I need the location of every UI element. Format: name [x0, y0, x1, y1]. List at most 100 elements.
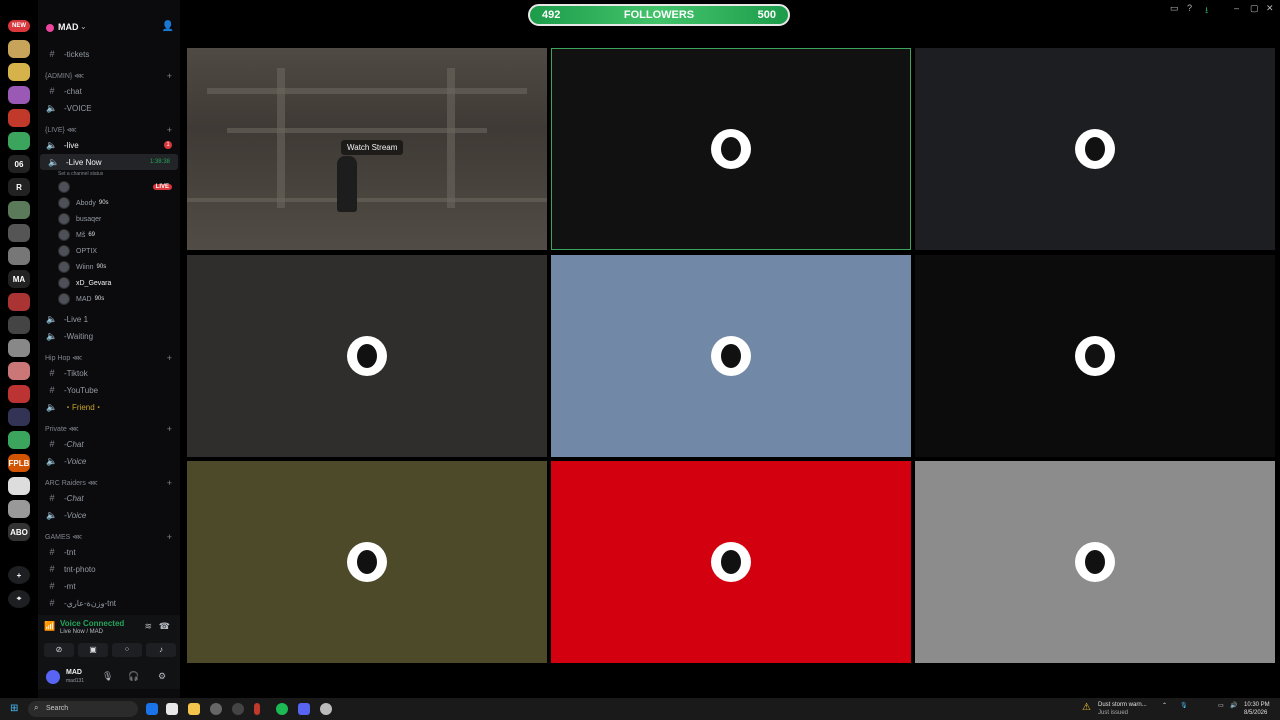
server-icon[interactable] — [8, 63, 30, 81]
help-icon[interactable]: ? — [1187, 3, 1192, 13]
participant-tile[interactable] — [551, 255, 911, 457]
soundboard-button[interactable]: ♪ — [146, 643, 176, 657]
search-input[interactable]: Search — [28, 701, 138, 717]
server-icon[interactable]: 06 — [8, 155, 30, 173]
close-icon[interactable]: ✕ — [1266, 3, 1274, 14]
channel-chat[interactable]: # -chat — [38, 83, 180, 99]
participant-tile[interactable] — [551, 48, 911, 250]
server-icon[interactable] — [8, 86, 30, 104]
channel-friend[interactable]: 🔈 ・Friend・ — [38, 399, 180, 415]
add-channel-icon[interactable]: + — [167, 125, 172, 135]
server-icon[interactable] — [8, 247, 30, 265]
server-icon[interactable] — [8, 40, 30, 58]
stream-tile[interactable]: Watch Stream — [187, 48, 547, 250]
channel-mt[interactable]: # -mt — [38, 578, 180, 594]
server-icon[interactable] — [8, 408, 30, 426]
server-icon[interactable] — [8, 224, 30, 242]
channel-tnt-photo[interactable]: # tnt-photo — [38, 561, 180, 577]
add-channel-icon[interactable]: + — [167, 71, 172, 81]
participant-tile[interactable] — [187, 461, 547, 663]
windows-start-icon[interactable]: ⊞ — [10, 703, 22, 715]
server-icon[interactable] — [8, 316, 30, 334]
chevron-up-icon[interactable]: ⌃ — [1162, 702, 1167, 709]
disconnect-icon[interactable]: ☎ — [159, 621, 170, 632]
participant-tile[interactable] — [915, 255, 1275, 457]
category-private[interactable]: Private ⋘ + — [38, 421, 180, 437]
voice-user[interactable]: Mš 69 — [38, 227, 180, 243]
file-explorer-icon[interactable] — [188, 703, 200, 715]
voice-user[interactable]: MAD 90s — [38, 291, 180, 307]
category-live[interactable]: {LIVE} ⋘ + — [38, 122, 180, 138]
channel-tiktok[interactable]: # -Tiktok — [38, 365, 180, 381]
store-icon[interactable] — [166, 703, 178, 715]
channel-arc-voice[interactable]: 🔈 -Voice — [38, 507, 180, 523]
chrome-icon[interactable] — [146, 703, 158, 715]
channel-live-now[interactable]: 🔈 -Live Now 1:38:38 — [40, 154, 178, 170]
server-icon[interactable] — [8, 293, 30, 311]
noise-suppression-icon[interactable]: ≋ — [144, 621, 152, 632]
server-icon[interactable]: R — [8, 178, 30, 196]
guild-header[interactable]: MAD ⌄ 👤 — [38, 18, 180, 38]
channel-status[interactable]: Set a channel status — [58, 171, 103, 177]
voice-user[interactable]: busaqer — [38, 211, 180, 227]
voice-user[interactable]: Wiinn 90s — [38, 259, 180, 275]
download-icon[interactable]: ⭳ — [1205, 3, 1208, 19]
channel-arc-chat[interactable]: # -Chat — [38, 490, 180, 506]
avatar[interactable] — [46, 670, 60, 684]
voice-user[interactable]: LIVE — [38, 179, 180, 195]
category-admin[interactable]: {ADMIN} ⋘ + — [38, 68, 180, 84]
server-icon[interactable] — [8, 339, 30, 357]
channel-tnt[interactable]: # -tnt — [38, 544, 180, 560]
screen-share-button[interactable]: ▣ — [78, 643, 108, 657]
channel-youtube[interactable]: # -YouTube — [38, 382, 180, 398]
channel-live1[interactable]: 🔈 -Live 1 — [38, 311, 180, 327]
category-hiphop[interactable]: Hip Hop ⋘ + — [38, 350, 180, 366]
add-channel-icon[interactable]: + — [167, 532, 172, 542]
channel-private-chat[interactable]: # -Chat — [38, 436, 180, 452]
app-icon[interactable] — [254, 703, 260, 715]
discord-icon[interactable] — [298, 703, 310, 715]
volume-icon[interactable]: 🔊 — [1230, 702, 1237, 709]
server-icon[interactable]: FPLB — [8, 454, 30, 472]
invite-icon[interactable]: 👤 — [162, 21, 174, 32]
server-icon[interactable] — [8, 201, 30, 219]
voice-channel-label[interactable]: Live Now / MAD — [60, 629, 103, 635]
microphone-icon[interactable]: 🎙 — [102, 671, 113, 682]
clock-time[interactable]: 10:30 PM — [1244, 702, 1270, 708]
add-channel-icon[interactable]: + — [167, 478, 172, 488]
server-icon[interactable] — [8, 362, 30, 380]
camera-button[interactable]: ⊘ — [44, 643, 74, 657]
server-icon[interactable] — [8, 132, 30, 150]
server-icon[interactable] — [8, 385, 30, 403]
add-channel-icon[interactable]: + — [167, 424, 172, 434]
voice-user[interactable]: OPTIX — [38, 243, 180, 259]
headphones-icon[interactable]: 🎧 — [128, 671, 139, 682]
browser-icon[interactable] — [320, 703, 332, 715]
watch-stream-button[interactable]: Watch Stream — [341, 140, 404, 155]
signal-icon[interactable]: 📶 — [44, 621, 55, 632]
server-icon[interactable]: ABO — [8, 523, 30, 541]
channel-live[interactable]: 🔈 -live 1 — [38, 137, 180, 153]
network-icon[interactable]: ▭ — [1218, 702, 1224, 709]
participant-tile[interactable] — [187, 255, 547, 457]
voice-user[interactable]: xD_Gevara — [38, 275, 180, 291]
channel-tickets[interactable]: # -tickets — [38, 46, 180, 62]
server-icon[interactable] — [8, 109, 30, 127]
channel-voice[interactable]: 🔈 -VOICE — [38, 100, 180, 116]
discover-icon[interactable]: ⌖ — [8, 590, 30, 608]
clock-date[interactable]: 8/5/2026 — [1244, 710, 1267, 716]
voice-user[interactable]: Abody 90s — [38, 195, 180, 211]
server-icon[interactable] — [8, 431, 30, 449]
inbox-icon[interactable]: ▭ — [1170, 3, 1179, 14]
participant-tile[interactable] — [551, 461, 911, 663]
mic-tray-icon[interactable]: 🎙 — [1180, 702, 1188, 709]
participant-tile[interactable] — [915, 461, 1275, 663]
server-icon[interactable] — [8, 500, 30, 518]
category-games[interactable]: GAMES ⋘ + — [38, 529, 180, 545]
new-badge[interactable]: NEW — [8, 20, 30, 32]
server-icon[interactable]: MA — [8, 270, 30, 288]
channel-private-voice[interactable]: 🔈 -Voice — [38, 453, 180, 469]
participant-tile[interactable] — [915, 48, 1275, 250]
notification-title[interactable]: Dust storm warn... — [1098, 702, 1147, 708]
server-icon[interactable] — [8, 477, 30, 495]
